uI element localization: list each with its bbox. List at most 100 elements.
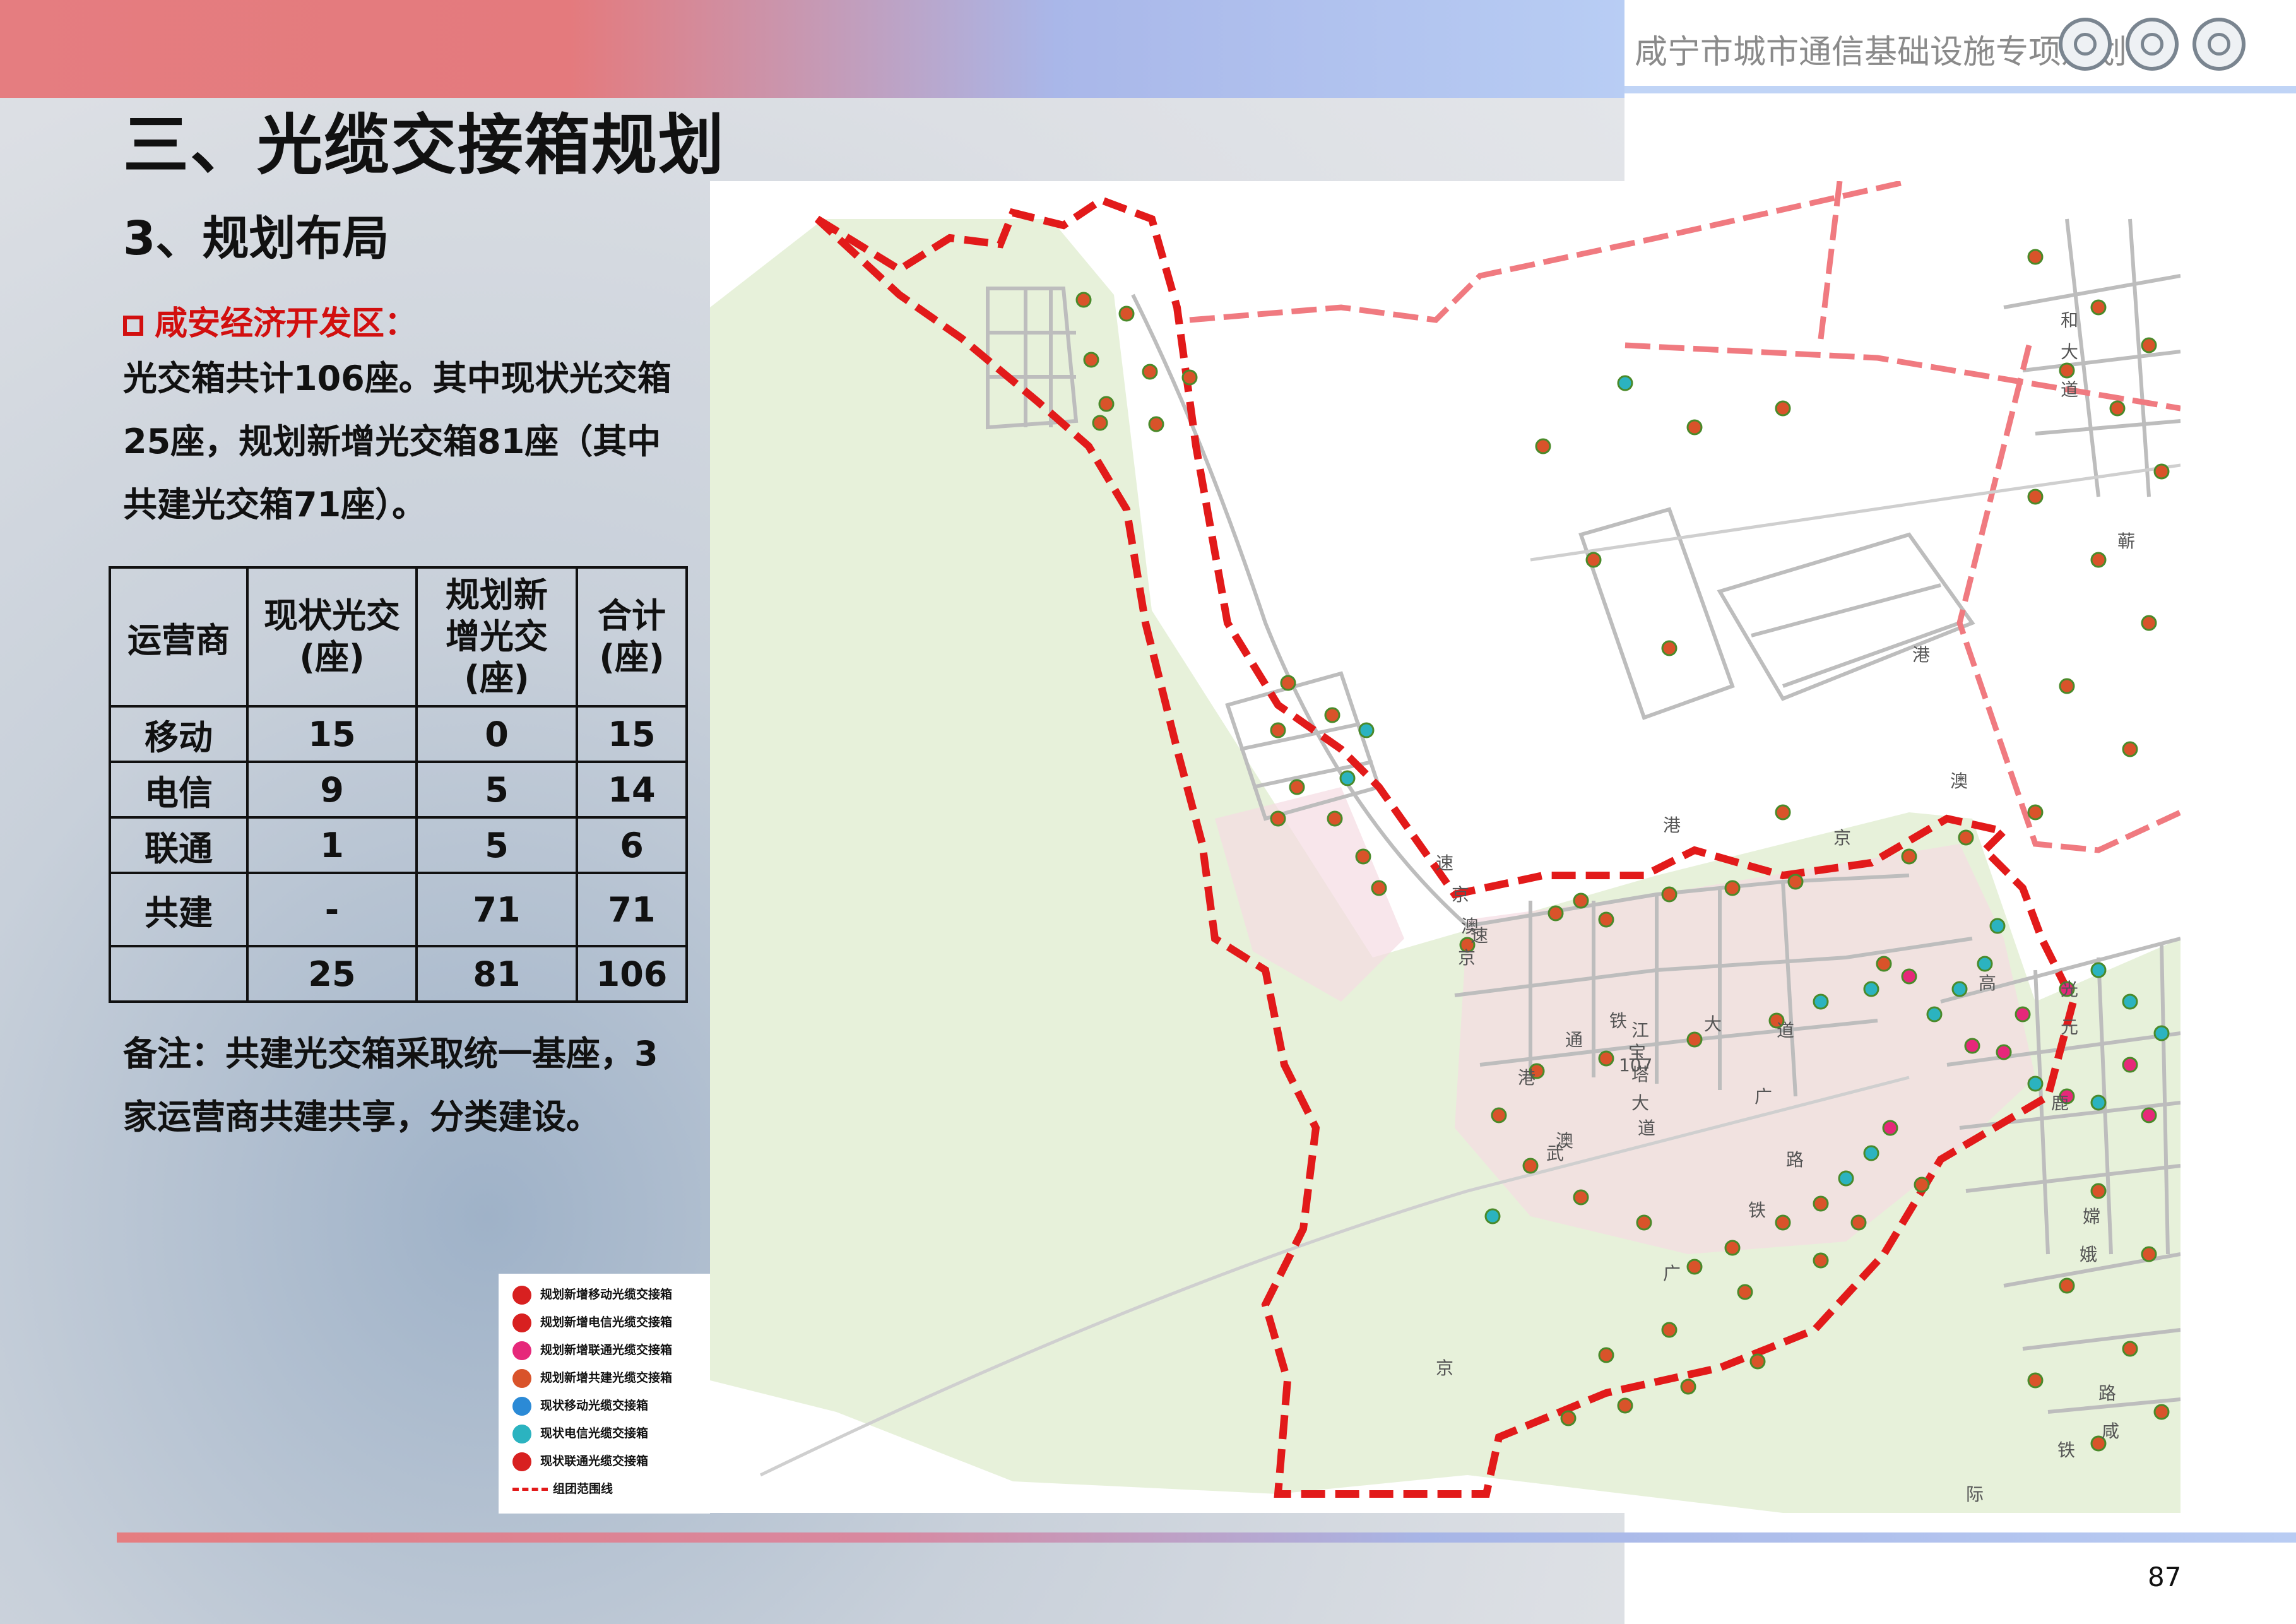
map-label: 道 [1777, 1020, 1794, 1041]
fiber-box-marker [1598, 1050, 1614, 1067]
map-label: 大 [1704, 1014, 1722, 1034]
map-label: 铁 [2057, 1440, 2075, 1461]
table-row: 共建 - 71 71 [109, 872, 688, 947]
map-label: 道 [1638, 1118, 1655, 1139]
fiber-box-marker [2153, 1025, 2170, 1041]
map-label: 港 [1518, 1067, 1536, 1088]
fiber-box-marker [2141, 615, 2157, 631]
planning-map: 通江大道广路武铁广京铁宝塔大道 107 速京港澳高港速京港澳京和大道蕲光元鹿嫦娥路咸… [710, 181, 2181, 1513]
box-marker-icon [512, 1341, 531, 1360]
map-label: 京 [1458, 947, 1476, 968]
table-cell: 71 [576, 872, 688, 947]
map-label: 路 [1786, 1149, 1804, 1170]
fiber-box-marker [2059, 1277, 2075, 1294]
paragraph-line: 25座，规划新增光交箱81座（其中 [123, 422, 661, 461]
fiber-box-marker [1964, 1038, 1980, 1054]
map-label: 广 [1755, 1086, 1772, 1107]
legend-label: 现状电信光缆交接箱 [540, 1426, 649, 1440]
fiber-box-marker [1977, 956, 1993, 972]
map-label: 娥 [2080, 1244, 2097, 1265]
fiber-box-marker [2090, 962, 2107, 978]
legend-label: 现状联通光缆交接箱 [540, 1454, 649, 1468]
footer-gradient-bar [117, 1532, 2296, 1543]
fiber-box-marker [1914, 1177, 1930, 1193]
fiber-box-marker [1686, 419, 1703, 436]
dashed-line-icon [512, 1488, 548, 1491]
table-cell: 1 [246, 816, 418, 874]
legend-item: 规划新增移动光缆交接箱 [512, 1285, 672, 1310]
map-label: 铁 [1609, 1011, 1627, 1031]
map-label: 蕲 [2117, 531, 2135, 552]
fiber-box-marker [2122, 1057, 2138, 1073]
fiber-box-marker [2090, 1183, 2107, 1199]
legend-label: 规划新增联通光缆交接箱 [540, 1343, 673, 1357]
fiber-box-marker [1636, 1214, 1652, 1231]
map-label: 澳 [1950, 771, 1968, 791]
table-cell: 9 [246, 761, 418, 819]
box-marker-icon [512, 1396, 531, 1416]
fiber-box-marker [1547, 905, 1564, 922]
map-label: 京 [1452, 884, 1469, 905]
table-header-cell: 规划新 增光交 (座) [415, 566, 578, 708]
box-marker-icon [512, 1368, 531, 1388]
fiber-box-marker [2015, 1006, 2031, 1022]
map-label: 107 [1619, 1055, 1652, 1076]
table-cell: 106 [576, 945, 688, 1003]
fiber-box-marker [2059, 678, 2075, 694]
map-svg: 通江大道广路武铁广京铁宝塔大道107速京港澳高港速京港澳京和大道蕲光元鹿嫦娥路咸… [710, 181, 2181, 1513]
map-label: 通 [1565, 1029, 1583, 1050]
fiber-box-marker [1661, 640, 1678, 656]
fiber-box-marker [2141, 1107, 2157, 1123]
fiber-box-marker [1926, 1006, 1943, 1022]
fiber-box-marker [2153, 463, 2170, 480]
section-title: 三、光缆交接箱规划 [123, 107, 726, 184]
fiber-box-marker [1491, 1107, 1507, 1123]
map-label: 广 [1663, 1263, 1681, 1284]
fiber-box-marker [1522, 1158, 1539, 1174]
paragraph-line: 共建光交箱71座）。 [123, 485, 427, 525]
fiber-box-marker [1617, 1397, 1633, 1414]
fiber-box-marker [1327, 810, 1343, 827]
fiber-box-marker [1838, 1170, 1854, 1187]
page-number: 87 [2148, 1562, 2182, 1592]
map-label: 江 [1631, 1020, 1649, 1041]
map-label: 际 [1966, 1484, 1984, 1505]
fiber-box-marker [2141, 337, 2157, 353]
map-label: 澳 [1461, 916, 1479, 937]
legend-label: 组团范围线 [553, 1482, 613, 1496]
fiber-box-marker [2027, 804, 2044, 821]
fiber-box-marker [1118, 305, 1135, 322]
box-marker-icon [512, 1452, 531, 1471]
table-cell: - [246, 872, 418, 947]
fiber-box-marker [1775, 400, 1791, 417]
fiber-box-marker [1882, 1120, 1898, 1136]
fiber-box-marker [1775, 1214, 1791, 1231]
fiber-box-marker [1863, 981, 1879, 997]
map-label: 鹿 [2051, 1093, 2069, 1113]
table-row: 联通 1 5 6 [109, 816, 688, 874]
fiber-box-marker [1324, 707, 1340, 723]
fiber-box-marker [1573, 892, 1589, 909]
table-header-cell: 现状光交 (座) [246, 566, 418, 708]
fiber-box-marker [2109, 400, 2126, 417]
box-marker-icon [512, 1313, 531, 1332]
fiber-box-marker [1484, 1208, 1501, 1224]
map-label: 元 [2061, 1017, 2078, 1038]
fiber-box-marker [1680, 1378, 1696, 1395]
legend-label: 规划新增移动光缆交接箱 [540, 1288, 673, 1301]
china-telecom-logo-icon [2192, 18, 2246, 71]
map-label: 咸 [2102, 1421, 2119, 1442]
fiber-box-marker [1876, 956, 1892, 972]
table-cell: 71 [415, 872, 578, 947]
table-cell: 6 [576, 816, 688, 874]
map-label: 速 [1436, 853, 1453, 874]
legend-item: 规划新增共建光缆交接箱 [512, 1368, 672, 1394]
table-header-cell: 合计 (座) [576, 566, 688, 708]
table-row: 电信 9 5 14 [109, 761, 688, 819]
table-header-cell: 运营商 [109, 566, 249, 708]
fiber-box-marker [1901, 848, 1917, 865]
fiber-box-marker [1573, 1189, 1589, 1206]
note-paragraph: 备注：共建光交箱采取统一基座，3 家运营商共建共享，分类建设。 [123, 1022, 658, 1149]
fiber-box-marker [2027, 489, 2044, 505]
fiber-box-marker [2141, 1246, 2157, 1262]
